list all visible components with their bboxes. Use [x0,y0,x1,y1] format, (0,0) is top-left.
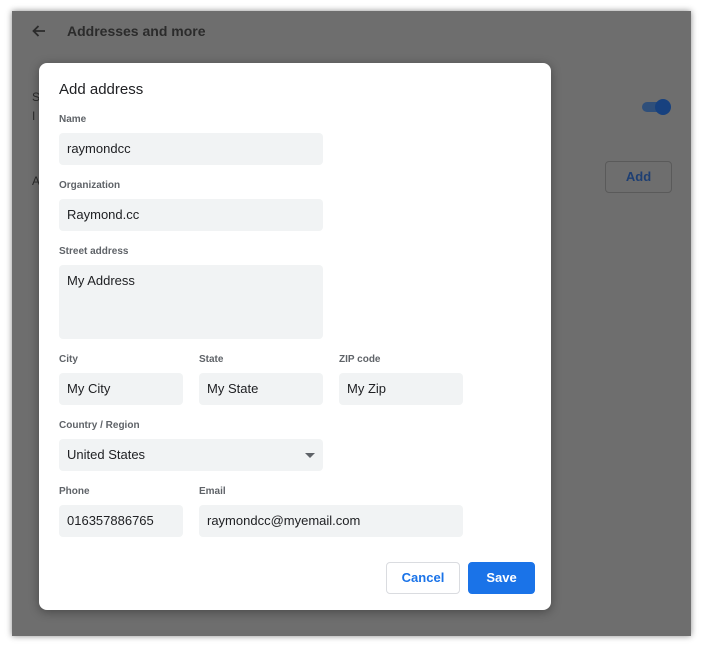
state-label: State [199,354,224,365]
add-address-button[interactable]: Add [605,161,672,193]
country-region-value: United States [67,447,146,462]
country-region-label: Country / Region [59,420,140,431]
background-text-fragment: I [32,109,36,123]
email-label: Email [199,486,226,497]
city-label: City [59,354,78,365]
country-region-select[interactable]: United States [59,439,323,471]
organization-label: Organization [59,180,121,191]
city-field[interactable]: My City [59,373,183,405]
dialog-title: Add address [59,81,144,98]
name-label: Name [59,114,87,125]
page-header: Addresses and more [12,11,691,51]
page-title: Addresses and more [67,23,206,39]
cancel-button[interactable]: Cancel [386,562,460,594]
street-address-field[interactable]: My Address [59,265,323,339]
phone-label: Phone [59,486,90,497]
save-button[interactable]: Save [468,562,535,594]
chevron-down-icon [305,453,315,458]
street-address-label: Street address [59,246,129,257]
autofill-toggle[interactable] [640,98,672,116]
zip-code-label: ZIP code [339,354,381,365]
name-field[interactable]: raymondcc [59,133,323,165]
state-field[interactable]: My State [199,373,323,405]
back-arrow-icon[interactable] [30,22,48,40]
organization-field[interactable]: Raymond.cc [59,199,323,231]
phone-field[interactable]: 016357886765 [59,505,183,537]
email-field[interactable]: raymondcc@myemail.com [199,505,463,537]
toggle-knob [655,99,671,115]
add-address-dialog: Add address Name raymondcc Organization … [39,63,551,610]
zip-code-field[interactable]: My Zip [339,373,463,405]
